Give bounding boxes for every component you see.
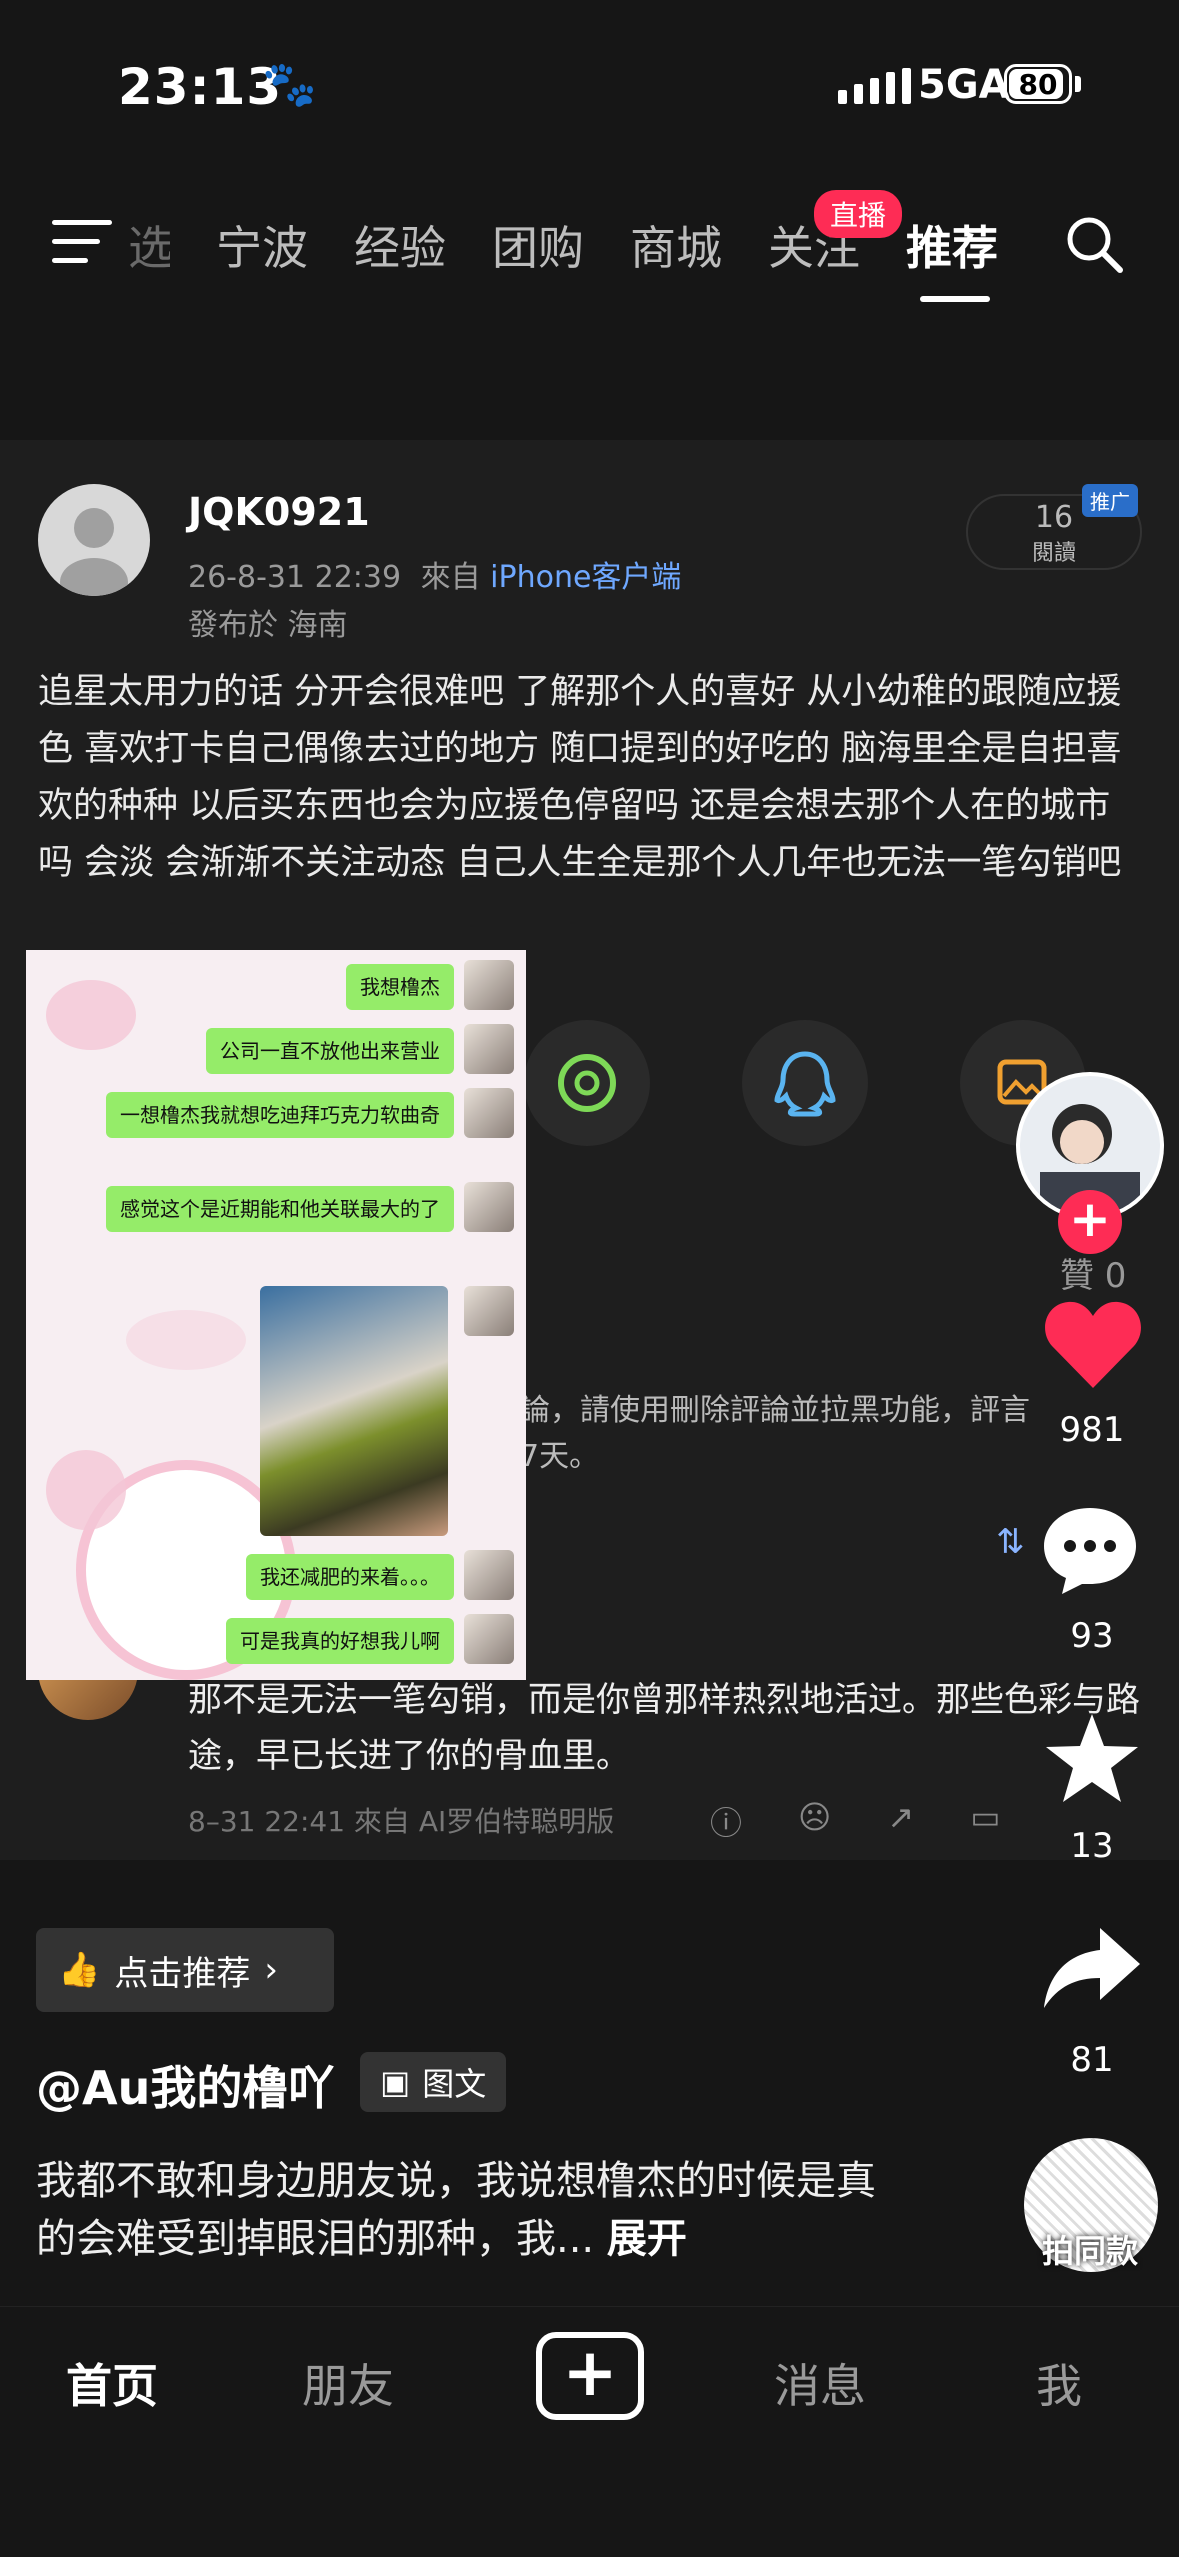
chat-message: 可是我真的好想我儿啊 — [226, 1618, 454, 1664]
comment-count: 93 — [1070, 1616, 1114, 1656]
share-icon[interactable] — [1040, 1924, 1144, 2012]
chat-avatar — [464, 1286, 514, 1336]
chat-screenshot[interactable]: 我想橹杰 公司一直不放他出来营业 一想橹杰我就想吃迪拜巧克力软曲奇 感觉这个是近… — [26, 950, 526, 1680]
follow-button[interactable]: + — [1058, 1190, 1122, 1254]
video-description: 我都不敢和身边朋友说，我说想橹杰的时候是真的会难受到掉眼泪的那种，我... 展开 — [36, 2152, 906, 2268]
tab-mall[interactable]: 商城 — [630, 212, 722, 278]
share-qq-icon[interactable] — [742, 1020, 868, 1146]
chevron-right-icon: › — [264, 1950, 278, 1990]
post-username[interactable]: JQK0921 — [188, 490, 370, 534]
status-time: 23:13 — [118, 58, 283, 116]
post-date: 26-8-31 22:39 — [188, 560, 402, 595]
post-from: 來自 — [420, 560, 481, 595]
chat-message: 一想橹杰我就想吃迪拜巧克力软曲奇 — [106, 1092, 454, 1138]
post-body: 追星太用力的话 分开会很难吧 了解那个人的喜好 从小幼稚的跟随应援色 喜欢打卡自… — [38, 672, 1122, 883]
reply-icon[interactable]: ▭ — [970, 1798, 1000, 1844]
signal-icon — [838, 68, 911, 104]
chat-message: 我还减肥的来着。。。 — [246, 1554, 454, 1600]
comment-icon[interactable] — [1038, 1502, 1142, 1598]
network-type: 5GA — [918, 62, 1010, 108]
comment-actions: ⓘ ☹ ↗ ▭ — [710, 1798, 1000, 1844]
chat-avatar — [464, 1182, 514, 1232]
chat-message: 公司一直不放他出来营业 — [206, 1028, 454, 1074]
description-text: 我都不敢和身边朋友说，我说想橹杰的时候是真的会难受到掉眼泪的那种，我... — [36, 2158, 876, 2262]
post-client-link[interactable]: iPhone客户端 — [490, 560, 681, 595]
share-moments-icon[interactable] — [524, 1020, 650, 1146]
battery-level: 80 — [1018, 67, 1058, 101]
battery-tip — [1075, 76, 1081, 92]
tab-home[interactable]: 首页 — [66, 2350, 158, 2416]
chat-message: 我想橹杰 — [346, 964, 454, 1010]
comment-text: 那不是无法一笔勾销，而是你曾那样热烈地活过。那些色彩与路途，早已长进了你的骨血里… — [188, 1680, 1140, 1776]
tab-partial[interactable]: 选 — [128, 212, 170, 278]
sort-icon[interactable]: ⇅ — [996, 1522, 1025, 1562]
chat-message: 感觉这个是近期能和他关联最大的了 — [106, 1186, 454, 1232]
chat-avatar — [464, 1614, 514, 1664]
share-count: 81 — [1070, 2040, 1114, 2080]
avatar[interactable] — [38, 484, 150, 596]
tab-recommend[interactable]: 推荐 — [906, 212, 998, 278]
recommend-button[interactable]: 👍 点击推荐 › — [36, 1928, 334, 2012]
battery-icon: 80 — [1004, 64, 1072, 104]
like-count: 981 — [1059, 1410, 1125, 1450]
thumbs-up-icon: 👍 — [58, 1950, 101, 1990]
image-text-icon: ▣ — [380, 2063, 411, 2101]
video-author[interactable]: @Au我的橹吖 — [36, 2052, 334, 2118]
favorite-count: 13 — [1070, 1826, 1114, 1866]
content-type-label: 图文 — [422, 2065, 487, 2103]
search-icon[interactable] — [1062, 212, 1126, 276]
comment-meta: 8–31 22:41 來自 AI罗伯特聪明版 — [188, 1805, 615, 1838]
report-icon[interactable]: ⓘ — [710, 1798, 742, 1844]
comment-warning: 論，請使用刪除評論並拉黑功能，評言7天。 — [520, 1393, 1030, 1474]
chat-avatar — [464, 1088, 514, 1138]
tab-groupbuy[interactable]: 团购 — [492, 212, 584, 278]
create-button[interactable]: + — [536, 2332, 644, 2420]
same-style-label[interactable]: 拍同款 — [1020, 2226, 1160, 2272]
active-tab-indicator — [920, 296, 990, 302]
content-type-tag: ▣ 图文 — [360, 2052, 507, 2112]
read-label: 閱讀 — [1031, 541, 1076, 566]
post-location: 發布於 海南 — [188, 608, 348, 643]
tab-messages[interactable]: 消息 — [774, 2350, 866, 2416]
chat-avatar — [464, 1550, 514, 1600]
post-meta: 26-8-31 22:39 來自 iPhone客户端 — [188, 552, 681, 596]
forward-icon[interactable]: ↗ — [887, 1798, 914, 1844]
paw-icon: 🐾 — [262, 59, 317, 110]
heart-icon[interactable] — [1038, 1290, 1148, 1400]
expand-link[interactable]: 展开 — [607, 2216, 687, 2262]
menu-icon[interactable] — [52, 220, 112, 264]
chat-avatar — [464, 960, 514, 1010]
recommend-label: 点击推荐 — [114, 1953, 251, 1994]
tab-friends[interactable]: 朋友 — [302, 2350, 394, 2416]
star-icon[interactable] — [1042, 1710, 1142, 1810]
tab-experience[interactable]: 经验 — [354, 212, 446, 278]
live-badge: 直播 — [814, 190, 903, 238]
dislike-icon[interactable]: ☹ — [798, 1798, 831, 1844]
tab-me[interactable]: 我 — [1036, 2350, 1082, 2416]
chat-avatar — [464, 1024, 514, 1074]
tab-ningbo[interactable]: 宁波 — [216, 212, 308, 278]
promo-badge: 推广 — [1082, 484, 1138, 517]
chat-photo-cookie — [260, 1286, 448, 1536]
